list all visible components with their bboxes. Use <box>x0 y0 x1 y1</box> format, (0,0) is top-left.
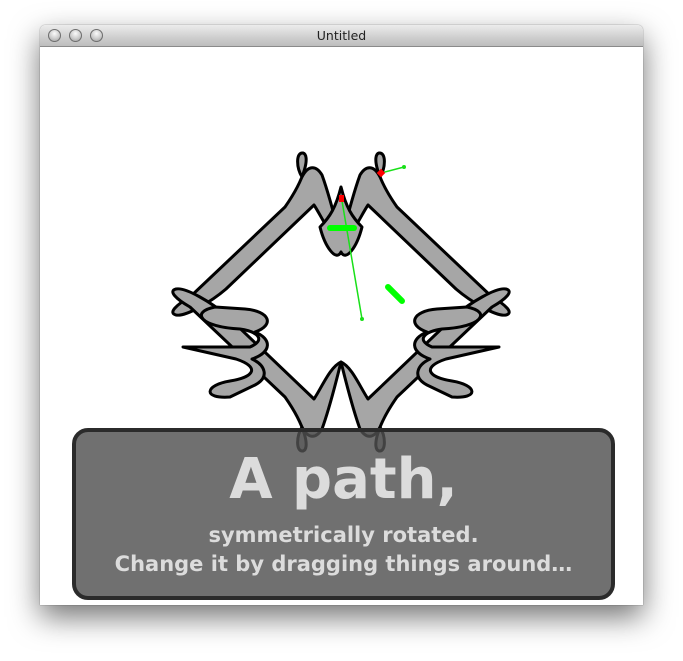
path-left-lobe <box>181 305 269 399</box>
handle-bar-diagonal <box>385 284 405 304</box>
app-window: Untitled A path, symmetrically rotated. … <box>40 25 643 605</box>
path-quarter-top-left <box>171 151 343 317</box>
instruction-overlay: A path, symmetrically rotated. Change it… <box>72 428 615 600</box>
overlay-instruction: Change it by dragging things around… <box>114 552 573 576</box>
overlay-title: A path, <box>229 447 458 512</box>
path-quarter-top-right <box>339 151 511 317</box>
overlay-subtitle: symmetrically rotated. <box>208 523 479 547</box>
window-title: Untitled <box>316 28 367 43</box>
handle-point-top <box>402 165 406 169</box>
handle-point-center <box>360 317 364 321</box>
drawing-canvas[interactable]: A path, symmetrically rotated. Change it… <box>40 47 643 605</box>
anchor-point-center <box>339 195 344 202</box>
title-bar[interactable]: Untitled <box>40 25 643 47</box>
path-right-lobe <box>413 305 501 399</box>
